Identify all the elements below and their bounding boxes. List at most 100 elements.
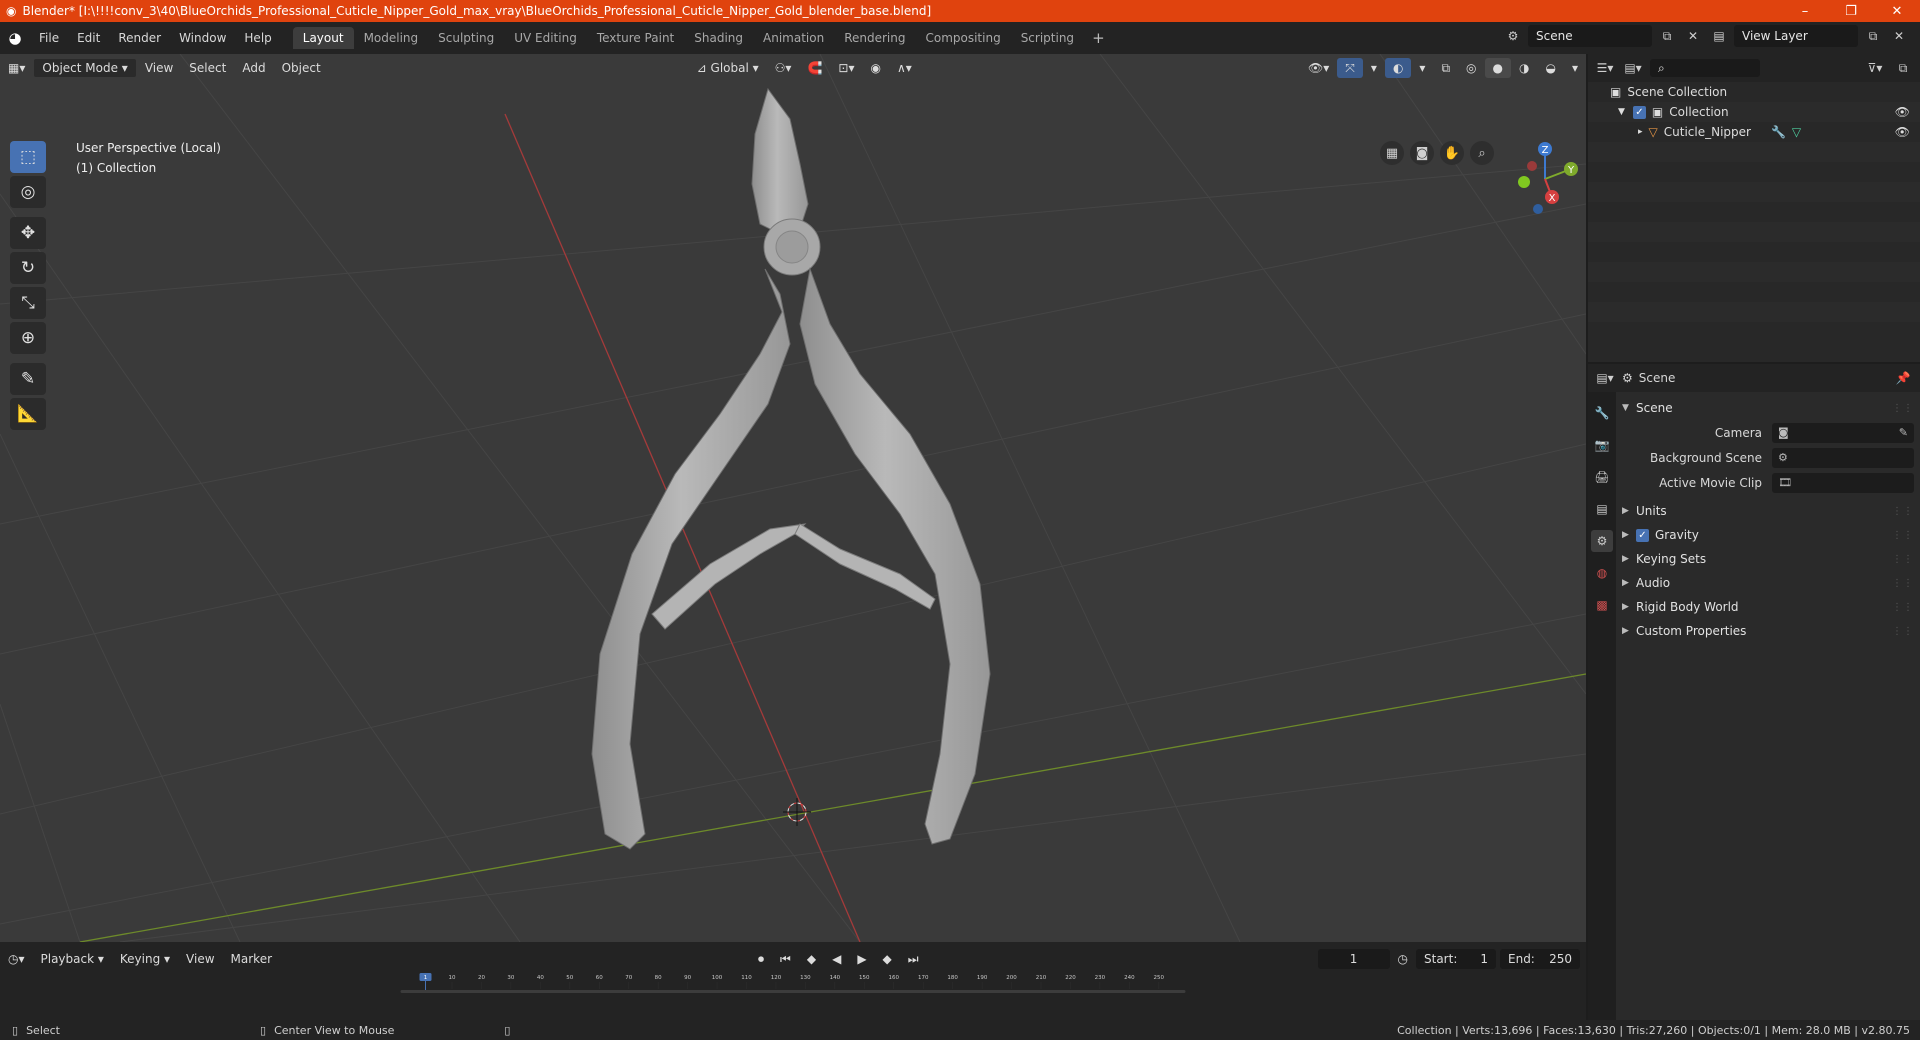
zoom-icon[interactable]: ⌕ xyxy=(1470,141,1494,165)
collection-eye-icon[interactable]: 👁 xyxy=(1895,105,1910,119)
overlays-options-icon[interactable]: ▾ xyxy=(1411,58,1433,78)
3d-viewport[interactable]: ⬚ ◎ ✥ ↻ ⤡ ⊕ ✎ 📐 User Perspective (Local)… xyxy=(0,54,1586,942)
visibility-icon[interactable]: 👁▾ xyxy=(1300,58,1337,78)
outliner-row-scene-collection[interactable]: ▣ Scene Collection xyxy=(1588,82,1920,102)
panel-scene-header[interactable]: ▼ Scene ⋮⋮ xyxy=(1622,396,1914,420)
delete-scene-icon[interactable]: ✕ xyxy=(1682,25,1704,47)
jump-start-icon[interactable]: ⏮ xyxy=(772,949,799,969)
prev-keyframe-icon[interactable]: ◆ xyxy=(799,949,824,969)
menu-view[interactable]: View xyxy=(137,58,181,78)
expand-object-icon[interactable]: ▸ xyxy=(1638,127,1643,137)
blender-logo-icon[interactable]: ◕ xyxy=(0,22,30,54)
panel-keying-sets[interactable]: ▶ Keying Sets ⋮⋮ xyxy=(1622,547,1914,571)
panel-units[interactable]: ▶ Units ⋮⋮ xyxy=(1622,499,1914,523)
tab-shading[interactable]: Shading xyxy=(684,27,753,49)
gravity-checkbox[interactable]: ✓ xyxy=(1636,528,1649,542)
editor-type-icon[interactable]: ▦▾ xyxy=(0,58,33,78)
gizmo-options-icon[interactable]: ▾ xyxy=(1363,58,1385,78)
cursor-tool[interactable]: ◎ xyxy=(10,176,46,208)
jump-end-icon[interactable]: ⏭ xyxy=(900,949,927,969)
measure-tool[interactable]: 📐 xyxy=(10,398,46,430)
menu-playback[interactable]: Playback ▾ xyxy=(33,949,112,969)
pan-hand-icon[interactable]: ✋ xyxy=(1440,141,1464,165)
overlays-icon[interactable]: ◐ xyxy=(1384,58,1412,78)
tab-uv-editing[interactable]: UV Editing xyxy=(504,27,587,49)
current-frame-field[interactable]: 1 xyxy=(1317,949,1390,969)
new-collection-icon[interactable]: ⧉ xyxy=(1892,57,1914,79)
snap-target-icon[interactable]: ⊡▾ xyxy=(830,58,862,78)
rendered-shading-icon[interactable]: ◒ xyxy=(1537,58,1563,78)
drag-handle-icon[interactable]: ⋮⋮ xyxy=(1892,554,1914,565)
menu-edit[interactable]: Edit xyxy=(68,31,109,45)
menu-timeline-view[interactable]: View xyxy=(178,949,222,969)
panel-custom-properties[interactable]: ▶ Custom Properties ⋮⋮ xyxy=(1622,619,1914,643)
panel-audio[interactable]: ▶ Audio ⋮⋮ xyxy=(1622,571,1914,595)
drag-handle-icon[interactable]: ⋮⋮ xyxy=(1892,602,1914,613)
pivot-point-icon[interactable]: ⚇▾ xyxy=(767,58,800,78)
tab-compositing[interactable]: Compositing xyxy=(915,27,1010,49)
record-icon[interactable]: ⏺ xyxy=(750,949,772,969)
tab-scripting[interactable]: Scripting xyxy=(1011,27,1084,49)
properties-editor-type-icon[interactable]: ▤▾ xyxy=(1594,367,1616,389)
falloff-icon[interactable]: ∧▾ xyxy=(889,58,920,78)
menu-render[interactable]: Render xyxy=(109,31,170,45)
wireframe-shading-icon[interactable]: ◎ xyxy=(1458,58,1484,78)
tool-tab-icon[interactable]: 🔧 xyxy=(1591,402,1613,424)
background-scene-field[interactable]: ⚙ xyxy=(1772,447,1914,468)
end-frame-field[interactable]: End: 250 xyxy=(1500,949,1580,969)
shading-options-icon[interactable]: ▾ xyxy=(1564,58,1586,78)
play-reverse-icon[interactable]: ◀ xyxy=(824,949,849,969)
transform-tool[interactable]: ⊕ xyxy=(10,322,46,354)
frame-ruler[interactable]: 1 10 20 30 40 50 60 70 80 90 100 110 120 130 140 150 160… xyxy=(8,972,1578,996)
gizmo-toggle-icon[interactable]: ⤧ xyxy=(1337,58,1363,78)
close-icon[interactable]: ✕ xyxy=(1874,0,1920,22)
add-workspace-icon[interactable]: + xyxy=(1084,27,1113,49)
menu-marker[interactable]: Marker xyxy=(223,949,280,969)
movie-clip-field[interactable]: 🎞 xyxy=(1772,472,1914,493)
snap-icon[interactable]: 🧲 xyxy=(799,58,830,78)
new-scene-icon[interactable]: ⧉ xyxy=(1656,25,1678,47)
tab-texture-paint[interactable]: Texture Paint xyxy=(587,27,684,49)
xray-icon[interactable]: ⧉ xyxy=(1433,58,1458,78)
menu-file[interactable]: File xyxy=(30,31,68,45)
menu-object[interactable]: Object xyxy=(274,58,329,78)
timeline-editor-type-icon[interactable]: ◷▾ xyxy=(0,949,33,969)
drag-handle-icon[interactable]: ⋮⋮ xyxy=(1892,530,1914,541)
output-tab-icon[interactable]: 🖨 xyxy=(1591,466,1613,488)
menu-help[interactable]: Help xyxy=(235,31,280,45)
outliner-search-input[interactable]: ⌕ xyxy=(1650,59,1760,77)
view-layer-icon[interactable]: ▤ xyxy=(1708,25,1730,47)
restore-icon[interactable]: ❐ xyxy=(1828,0,1874,22)
transform-orientation-selector[interactable]: ⊿ Global ▾ xyxy=(689,58,767,78)
menu-select[interactable]: Select xyxy=(181,58,234,78)
rotate-tool[interactable]: ↻ xyxy=(10,252,46,284)
view-layer-selector[interactable]: View Layer xyxy=(1734,25,1858,47)
menu-add[interactable]: Add xyxy=(234,58,273,78)
texture-tab-icon[interactable]: ▩ xyxy=(1591,594,1613,616)
mode-selector[interactable]: Object Mode ▾ xyxy=(33,58,137,78)
panel-gravity[interactable]: ▶ ✓ Gravity ⋮⋮ xyxy=(1622,523,1914,547)
scale-tool[interactable]: ⤡ xyxy=(10,287,46,319)
tab-layout[interactable]: Layout xyxy=(292,27,354,49)
outliner-row-collection[interactable]: ▼ ✓ ▣ Collection 👁 xyxy=(1588,102,1920,122)
filter-icon[interactable]: ⊽▾ xyxy=(1864,57,1886,79)
display-mode-icon[interactable]: ▤▾ xyxy=(1622,57,1644,79)
move-tool[interactable]: ✥ xyxy=(10,217,46,249)
drag-handle-icon[interactable]: ⋮⋮ xyxy=(1892,506,1914,517)
world-tab-icon[interactable]: ◍ xyxy=(1591,562,1613,584)
panel-rigid-body-world[interactable]: ▶ Rigid Body World ⋮⋮ xyxy=(1622,595,1914,619)
scene-type-icon[interactable]: ⚙ xyxy=(1502,25,1524,47)
annotate-tool[interactable]: ✎ xyxy=(10,363,46,395)
camera-icon[interactable]: ◙ xyxy=(1410,141,1434,165)
menu-keying[interactable]: Keying ▾ xyxy=(112,949,178,969)
pin-icon[interactable]: 📌 xyxy=(1892,367,1914,389)
drag-handle-icon[interactable]: ⋮⋮ xyxy=(1892,578,1914,589)
render-tab-icon[interactable]: 📷 xyxy=(1591,434,1613,456)
3d-cursor-icon[interactable] xyxy=(783,798,811,826)
drag-handle-icon[interactable]: ⋮⋮ xyxy=(1892,403,1914,414)
material-shading-icon[interactable]: ◑ xyxy=(1511,58,1537,78)
eyedropper-icon[interactable]: ✎ xyxy=(1899,426,1908,439)
minimize-icon[interactable]: – xyxy=(1782,0,1828,22)
camera-field[interactable]: ◙ ✎ xyxy=(1772,422,1914,443)
preview-range-icon[interactable]: ◷ xyxy=(1390,949,1416,969)
